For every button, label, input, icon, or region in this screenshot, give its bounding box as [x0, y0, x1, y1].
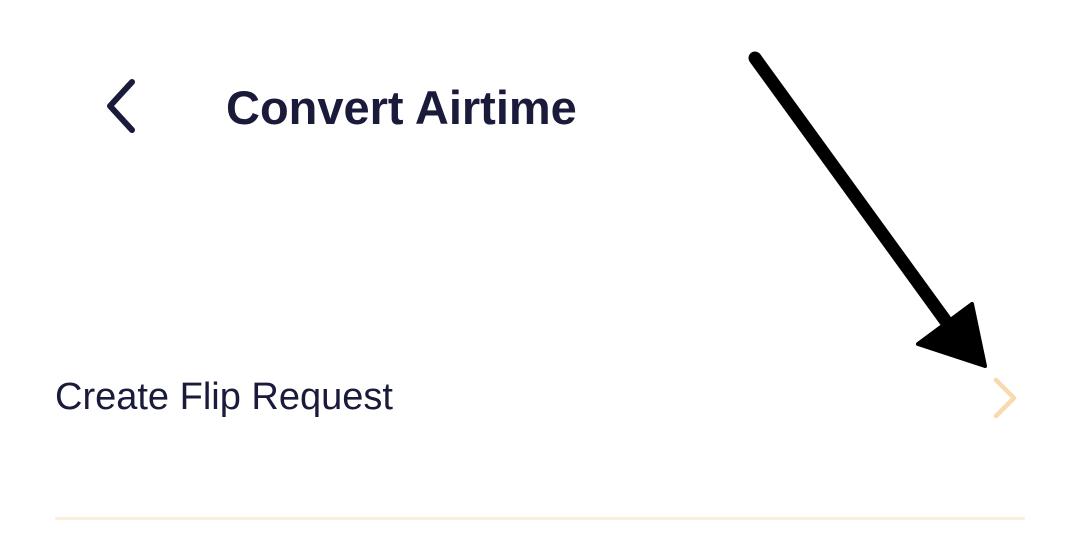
convert-airtime-screen: Convert Airtime Create Flip Request [0, 0, 1080, 549]
divider [55, 517, 1025, 520]
chevron-left-icon [107, 79, 135, 133]
back-button[interactable] [82, 66, 162, 146]
page-title: Convert Airtime [226, 81, 577, 134]
chevron-right-icon [985, 368, 1025, 428]
menu-item-create-flip-request[interactable]: Create Flip Request [55, 350, 1025, 445]
menu-item-label: Create Flip Request [55, 376, 393, 418]
